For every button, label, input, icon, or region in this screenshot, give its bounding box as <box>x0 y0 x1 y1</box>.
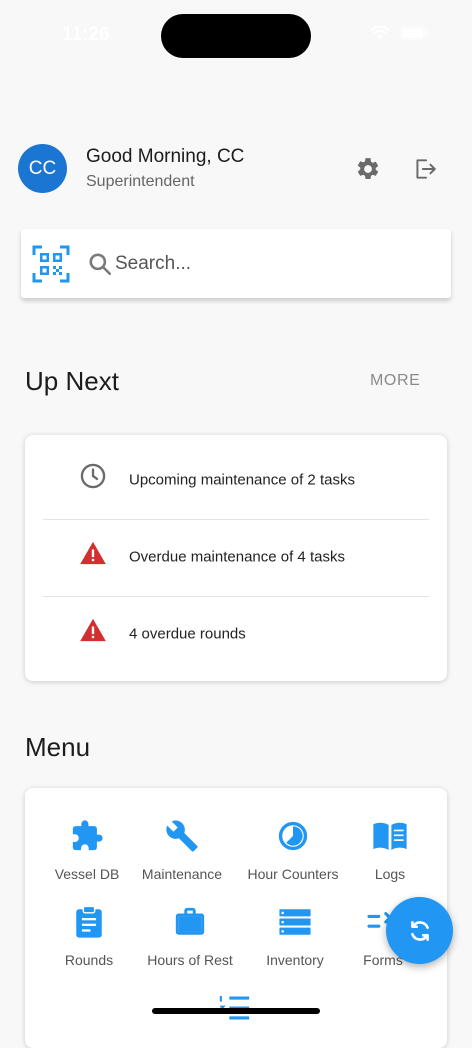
menu-item-label: Logs <box>374 866 406 882</box>
greeting-text: Good Morning, CC <box>86 146 245 167</box>
wrench-icon <box>164 818 200 854</box>
more-button[interactable]: MORE <box>370 372 420 390</box>
menu-item-label: Maintenance <box>141 866 223 882</box>
status-time: 11:26 <box>62 24 110 45</box>
briefcase-icon <box>172 904 208 940</box>
list-icon <box>277 904 313 940</box>
up-next-item-upcoming-maintenance[interactable]: Upcoming maintenance of 2 tasks <box>43 443 429 519</box>
book-icon <box>372 818 408 854</box>
logout-button[interactable] <box>411 155 439 183</box>
menu-item-maintenance[interactable]: Maintenance <box>122 818 242 890</box>
menu-item-logs[interactable]: Logs <box>330 818 450 890</box>
clock-icon <box>80 463 106 489</box>
home-indicator[interactable] <box>152 1008 320 1014</box>
puzzle-icon <box>69 818 105 854</box>
timer-icon <box>275 818 311 854</box>
warning-icon <box>80 618 106 642</box>
status-icons <box>370 26 428 40</box>
warning-icon <box>80 541 106 565</box>
menu-title: Menu <box>25 732 91 762</box>
up-next-item-text: Upcoming maintenance of 2 tasks <box>129 471 355 489</box>
up-next-item-text: 4 overdue rounds <box>129 625 246 643</box>
menu-item-label: Hours of Rest <box>147 952 233 968</box>
menu-item-hours-of-rest[interactable]: Hours of Rest <box>130 904 250 976</box>
settings-button[interactable] <box>354 155 382 183</box>
sync-button[interactable] <box>386 897 453 964</box>
logout-icon <box>416 159 436 179</box>
battery-icon <box>400 26 428 40</box>
up-next-item-overdue-rounds[interactable]: 4 overdue rounds <box>43 597 429 673</box>
avatar[interactable]: CC <box>18 144 67 193</box>
clipboard-icon <box>71 904 107 940</box>
up-next-card: Upcoming maintenance of 2 tasks Overdue … <box>25 435 447 681</box>
qr-scanner-icon[interactable] <box>32 245 70 283</box>
gear-icon <box>357 158 379 179</box>
search-input[interactable] <box>113 246 437 282</box>
up-next-item-overdue-maintenance[interactable]: Overdue maintenance of 4 tasks <box>43 520 429 596</box>
sync-icon <box>410 920 429 941</box>
wifi-icon <box>370 26 390 39</box>
dynamic-island <box>161 14 311 58</box>
up-next-item-text: Overdue maintenance of 4 tasks <box>129 548 345 566</box>
search-icon <box>89 253 112 276</box>
search-bar <box>21 229 451 298</box>
user-role: Superintendent <box>86 173 195 190</box>
up-next-title: Up Next <box>25 366 119 396</box>
